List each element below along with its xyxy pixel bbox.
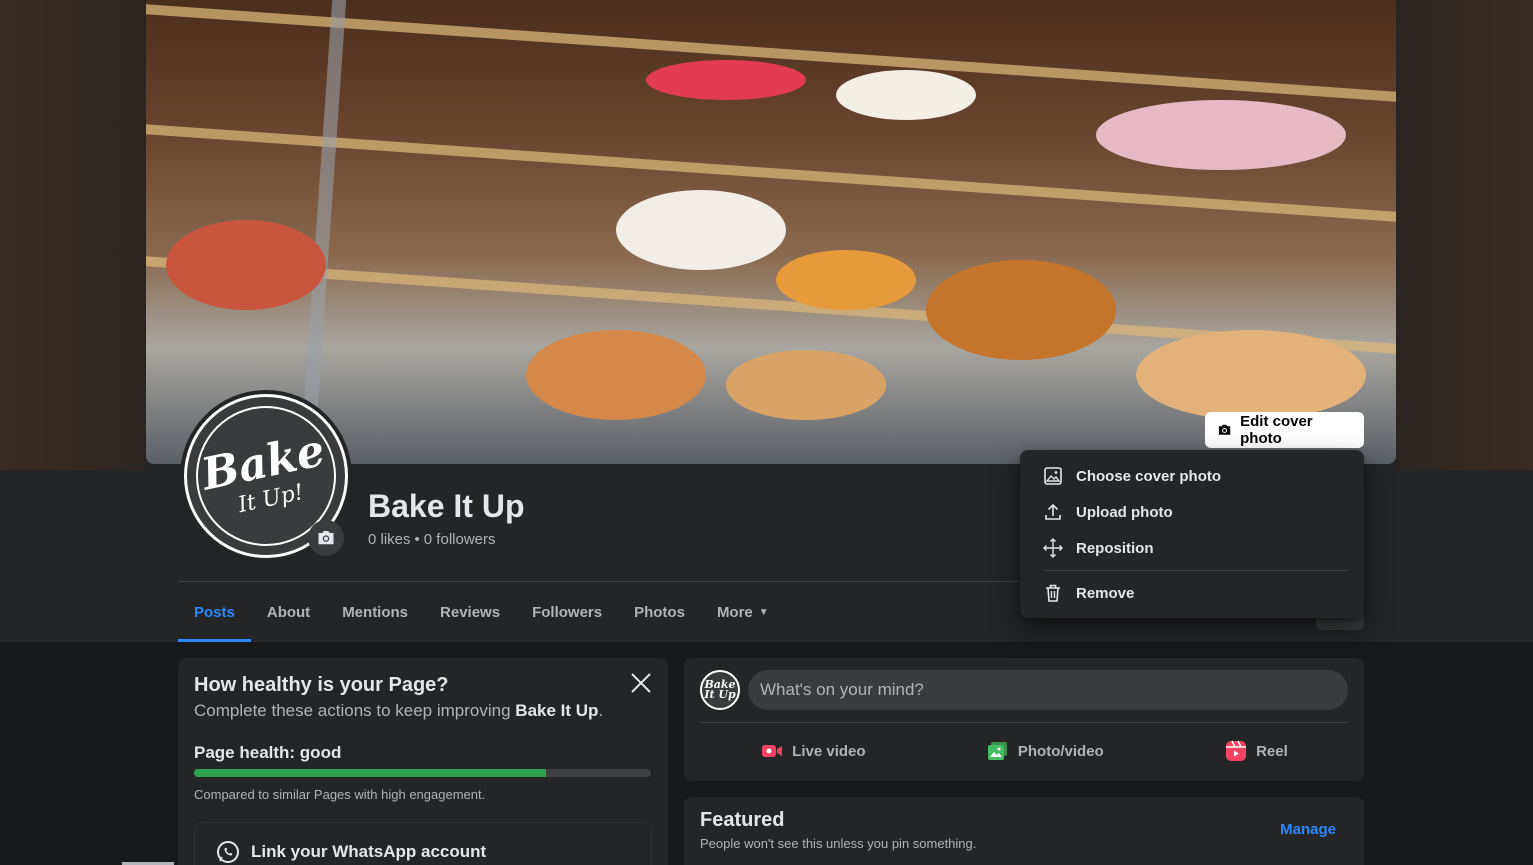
health-subtitle-prefix: Complete these actions to keep improving bbox=[194, 701, 516, 720]
health-subtitle-suffix: . bbox=[598, 701, 604, 720]
reel-button[interactable]: Reel bbox=[1212, 731, 1300, 771]
health-status: Page health: good bbox=[194, 743, 342, 762]
tab-mentions[interactable]: Mentions bbox=[326, 582, 424, 642]
health-progress-fill bbox=[194, 769, 546, 777]
tab-posts[interactable]: Posts bbox=[178, 582, 251, 642]
featured-subtitle: People won't see this unless you pin som… bbox=[700, 836, 977, 851]
cover-pastry bbox=[616, 190, 786, 270]
whatsapp-label: Link your WhatsApp account bbox=[251, 842, 487, 861]
cover-pastry bbox=[166, 220, 326, 310]
followers-count[interactable]: 0 followers bbox=[424, 531, 496, 548]
composer-divider bbox=[700, 722, 1348, 723]
stats-separator: • bbox=[414, 531, 420, 548]
tab-followers[interactable]: Followers bbox=[516, 582, 618, 642]
cover-pastry bbox=[726, 350, 886, 420]
menu-divider bbox=[1044, 570, 1348, 571]
cover-blur-right bbox=[1396, 0, 1533, 470]
cover-photo-menu: Choose cover photo Upload photo Repositi… bbox=[1020, 450, 1364, 618]
edit-cover-photo-label: Edit cover photo bbox=[1240, 413, 1313, 447]
menu-item-choose-cover-photo[interactable]: Choose cover photo bbox=[1028, 458, 1356, 494]
menu-item-reposition[interactable]: Reposition bbox=[1028, 530, 1356, 566]
tab-about[interactable]: About bbox=[251, 582, 326, 642]
cover-photo[interactable] bbox=[146, 0, 1396, 464]
link-whatsapp-item[interactable]: Link your WhatsApp account bbox=[194, 822, 652, 865]
image-frame-icon bbox=[1044, 467, 1062, 485]
featured-title: Featured bbox=[700, 809, 785, 831]
tab-label: Mentions bbox=[342, 603, 409, 621]
tab-label: Photos bbox=[634, 603, 685, 621]
whatsapp-icon bbox=[217, 841, 239, 863]
live-video-button[interactable]: Live video bbox=[748, 731, 877, 771]
trash-icon bbox=[1046, 584, 1060, 602]
featured-card: Featured People won't see this unless yo… bbox=[684, 797, 1364, 865]
manage-featured-link[interactable]: Manage bbox=[1280, 821, 1336, 838]
tab-label: Posts bbox=[194, 603, 235, 621]
reel-icon bbox=[1226, 740, 1247, 761]
health-progress-bar bbox=[194, 769, 651, 777]
cover-pastry bbox=[836, 70, 976, 120]
menu-item-label: Reposition bbox=[1076, 539, 1154, 557]
edit-cover-photo-button[interactable]: Edit cover photo bbox=[1205, 412, 1364, 448]
upload-icon bbox=[1045, 503, 1061, 520]
page-stats: 0 likes • 0 followers bbox=[368, 531, 496, 548]
health-card-title: How healthy is your Page? bbox=[194, 674, 449, 696]
tab-label: Followers bbox=[532, 603, 603, 621]
health-card-subtitle: Complete these actions to keep improving… bbox=[194, 701, 652, 721]
live-video-icon bbox=[762, 745, 783, 757]
menu-item-label: Remove bbox=[1076, 584, 1135, 602]
page-health-card: How healthy is your Page? Complete these… bbox=[178, 658, 668, 865]
cover-pastry bbox=[1096, 100, 1346, 170]
tab-label: About bbox=[266, 603, 311, 621]
tab-more[interactable]: More ▼ bbox=[701, 582, 785, 642]
action-label: Live video bbox=[792, 742, 866, 760]
camera-icon bbox=[1218, 424, 1231, 435]
whats-on-your-mind-input[interactable]: What's on your mind? bbox=[748, 670, 1348, 710]
composer-actions: Live video Photo/video Reel bbox=[700, 731, 1348, 771]
action-label: Photo/video bbox=[1017, 742, 1104, 760]
cover-pastry bbox=[526, 330, 706, 420]
cover-pastry bbox=[646, 60, 806, 100]
post-composer: Bake It Up What's on your mind? Live vid… bbox=[684, 658, 1364, 781]
caret-down-icon: ▼ bbox=[758, 606, 769, 618]
cover-pastry bbox=[1136, 330, 1366, 420]
menu-item-upload-photo[interactable]: Upload photo bbox=[1028, 494, 1356, 530]
cover-blur-left bbox=[0, 0, 146, 470]
camera-icon bbox=[318, 531, 334, 545]
page-title: Bake It Up bbox=[368, 488, 525, 524]
photo-video-button[interactable]: Photo/video bbox=[974, 731, 1116, 771]
close-icon[interactable] bbox=[628, 670, 654, 696]
cover-pastry bbox=[926, 260, 1116, 360]
menu-item-label: Upload photo bbox=[1076, 503, 1173, 521]
tab-reviews[interactable]: Reviews bbox=[424, 582, 516, 642]
photo-icon bbox=[987, 742, 1007, 760]
move-arrows-icon bbox=[1043, 538, 1063, 558]
likes-count[interactable]: 0 likes bbox=[368, 531, 411, 548]
menu-item-remove[interactable]: Remove bbox=[1028, 575, 1356, 611]
health-note: Compared to similar Pages with high enga… bbox=[194, 787, 486, 802]
cover-glass-frame bbox=[299, 0, 347, 464]
profile-tabs: Posts About Mentions Reviews Followers P… bbox=[178, 582, 785, 642]
composer-avatar[interactable]: Bake It Up bbox=[700, 670, 740, 710]
update-profile-picture-button[interactable] bbox=[308, 520, 344, 556]
health-subtitle-page-name: Bake It Up bbox=[515, 701, 599, 720]
composer-row: Bake It Up What's on your mind? bbox=[700, 670, 1348, 710]
action-label: Reel bbox=[1256, 742, 1288, 760]
tab-label: More bbox=[716, 603, 753, 621]
menu-item-label: Choose cover photo bbox=[1076, 467, 1222, 485]
cover-pastry bbox=[776, 250, 916, 310]
tab-label: Reviews bbox=[440, 603, 501, 621]
tab-photos[interactable]: Photos bbox=[618, 582, 701, 642]
